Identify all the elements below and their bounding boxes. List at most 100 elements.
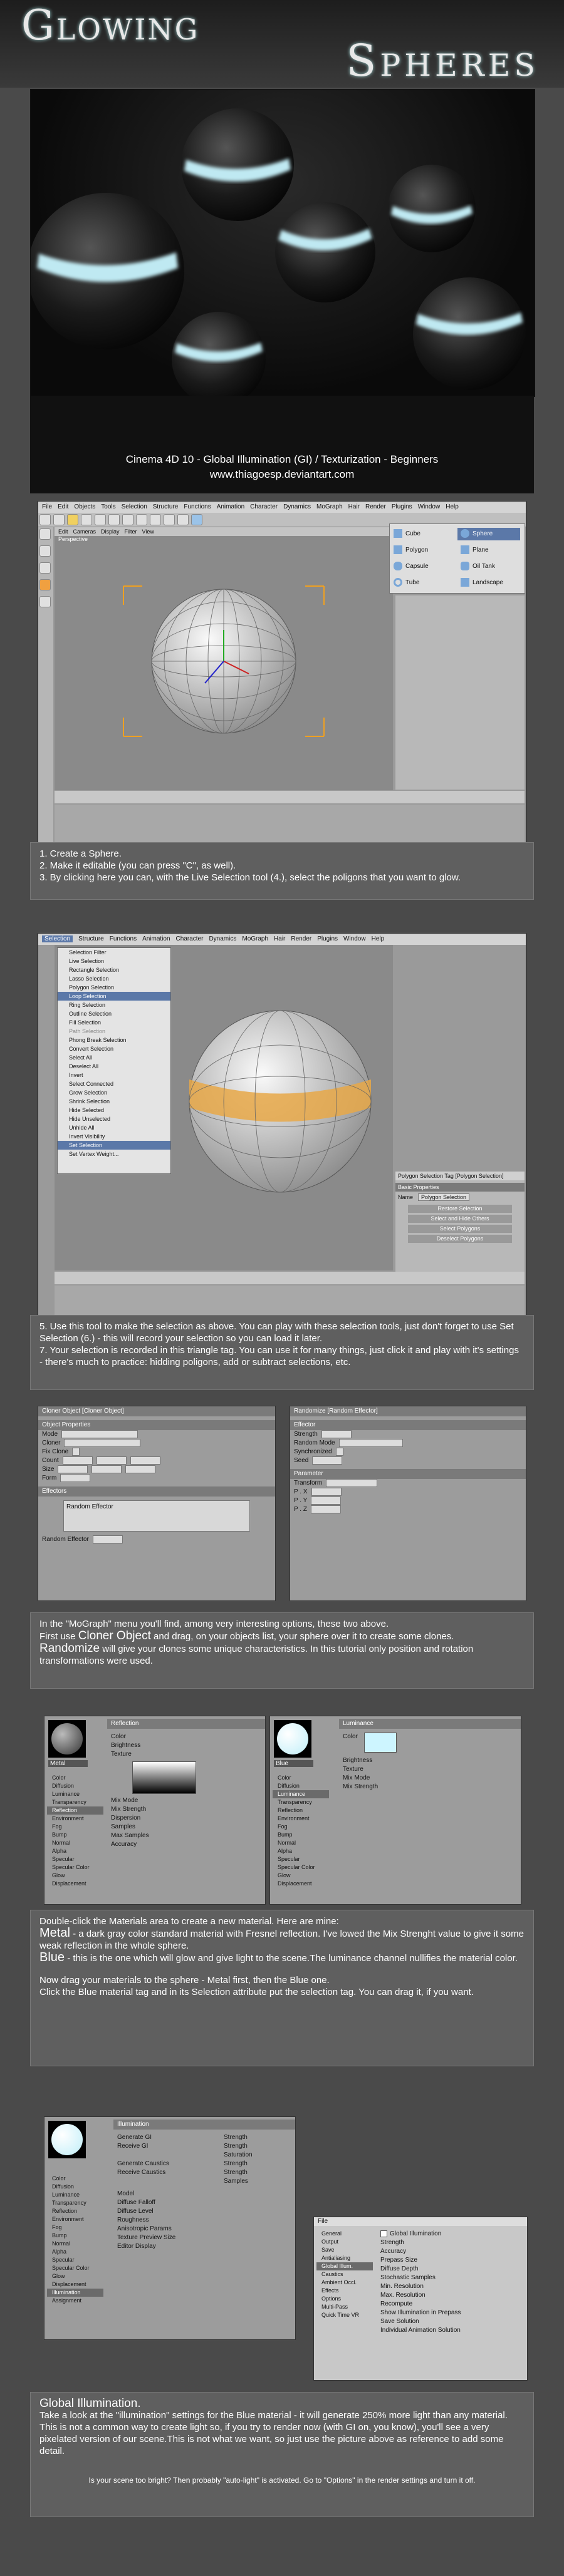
menu-item-fill-selection[interactable]: Fill Selection <box>58 1018 170 1027</box>
select-polygons-button[interactable]: Select Polygons <box>408 1225 512 1233</box>
menu-item-outline-selection[interactable]: Outline Selection <box>58 1009 170 1018</box>
illum-chan-alpha[interactable]: Alpha <box>47 2248 103 2256</box>
menu-item-invert[interactable]: Invert <box>58 1071 170 1079</box>
blue-chan-color[interactable]: Color <box>273 1774 329 1782</box>
polygons-mode-icon[interactable] <box>39 579 51 590</box>
menu-objects[interactable]: Objects <box>74 503 95 510</box>
x-axis-icon[interactable] <box>122 514 133 525</box>
illum-chan-displacement[interactable]: Displacement <box>47 2280 103 2289</box>
menu-structure-2[interactable]: Structure <box>78 935 104 942</box>
pz-field[interactable] <box>310 1505 341 1513</box>
menu-item-hide-selected[interactable]: Hide Selected <box>58 1106 170 1115</box>
render-nav-general[interactable]: General <box>316 2230 373 2238</box>
gi-min-resolution[interactable]: Min. Resolution <box>377 2282 525 2291</box>
primitive-landscape[interactable]: Landscape <box>457 577 520 589</box>
viewport-menu-edit[interactable]: Edit <box>58 528 68 535</box>
metal-field-mix-mode[interactable]: Mix Mode <box>107 1796 261 1805</box>
primitive-tube[interactable]: Tube <box>394 577 453 589</box>
illum-diffuse-falloff[interactable]: Diffuse Falloff <box>113 2198 214 2207</box>
count-field-x[interactable] <box>62 1456 93 1465</box>
menu-render-2[interactable]: Render <box>291 935 311 942</box>
render-nav-caustics[interactable]: Caustics <box>316 2270 373 2279</box>
metal-field-dispersion[interactable]: Dispersion <box>107 1814 261 1823</box>
blue-color-swatch[interactable] <box>363 1733 397 1753</box>
random-effector-item[interactable]: Random Effector <box>66 1503 113 1510</box>
viewport-menu-filter[interactable]: Filter <box>125 528 137 535</box>
metal-chan-environment[interactable]: Environment <box>47 1815 103 1823</box>
illum-anisotropic[interactable]: Anisotropic Params <box>113 2225 214 2233</box>
menu-item-path-selection[interactable]: Path Selection <box>58 1027 170 1036</box>
menu-character[interactable]: Character <box>250 503 278 510</box>
illum-right-saturation[interactable]: Saturation <box>220 2151 292 2160</box>
illum-right-strength-1[interactable]: Strength <box>220 2133 292 2142</box>
menu-window[interactable]: Window <box>418 503 441 510</box>
timeline-2[interactable] <box>55 1272 525 1284</box>
menu-item-select-connected[interactable]: Select Connected <box>58 1079 170 1088</box>
illum-right-strength-4[interactable]: Strength <box>220 2168 292 2177</box>
metal-field-texture[interactable]: Texture <box>107 1750 261 1759</box>
menu-plugins-2[interactable]: Plugins <box>317 935 338 942</box>
undo-icon[interactable] <box>39 514 51 525</box>
menu-help[interactable]: Help <box>446 503 459 510</box>
menu-item-selection-filter[interactable]: Selection Filter <box>58 948 170 957</box>
menu-item-set-selection[interactable]: Set Selection <box>58 1141 170 1150</box>
illum-generate-gi[interactable]: Generate GI <box>113 2133 214 2142</box>
menu-item-phong-break-selection[interactable]: Phong Break Selection <box>58 1036 170 1044</box>
blue-chan-reflection[interactable]: Reflection <box>273 1806 329 1815</box>
render-nav-options[interactable]: Options <box>316 2295 373 2303</box>
menu-plugins[interactable]: Plugins <box>392 503 412 510</box>
menu-functions[interactable]: Functions <box>184 503 211 510</box>
blue-chan-bump[interactable]: Bump <box>273 1831 329 1839</box>
gi-show-illum-prepass[interactable]: Show Illumination in Prepass <box>377 2309 525 2317</box>
menu-help-2[interactable]: Help <box>372 935 385 942</box>
illum-model[interactable]: Model <box>113 2190 214 2198</box>
blue-chan-specular[interactable]: Specular <box>273 1855 329 1863</box>
blue-chan-diffusion[interactable]: Diffusion <box>273 1782 329 1790</box>
blue-chan-fog[interactable]: Fog <box>273 1823 329 1831</box>
texture-mode-icon[interactable] <box>39 596 51 607</box>
blue-field-brightness[interactable]: Brightness <box>339 1756 517 1765</box>
render-nav-save[interactable]: Save <box>316 2246 373 2254</box>
menu-window-2[interactable]: Window <box>343 935 366 942</box>
render-nav-global-illum[interactable]: Global Illum. <box>316 2262 373 2270</box>
illum-chan-environment[interactable]: Environment <box>47 2215 103 2223</box>
menu-item-polygon-selection[interactable]: Polygon Selection <box>58 983 170 992</box>
py-field[interactable] <box>311 1497 342 1505</box>
menu-selection[interactable]: Selection <box>122 503 147 510</box>
blue-chan-glow[interactable]: Glow <box>273 1872 329 1880</box>
render-nav-output[interactable]: Output <box>316 2238 373 2246</box>
menu-render[interactable]: Render <box>365 503 386 510</box>
menu-item-lasso-selection[interactable]: Lasso Selection <box>58 974 170 983</box>
metal-chan-reflection[interactable]: Reflection <box>47 1806 103 1815</box>
menu-item-grow-selection[interactable]: Grow Selection <box>58 1088 170 1097</box>
illum-chan-glow[interactable]: Glow <box>47 2272 103 2280</box>
menu-hair-2[interactable]: Hair <box>274 935 285 942</box>
move-icon[interactable] <box>81 514 92 525</box>
menu-file[interactable]: File <box>42 503 52 510</box>
gi-checkbox-row[interactable]: Global Illumination <box>377 2230 525 2239</box>
count-field-z[interactable] <box>130 1456 160 1465</box>
menu-tools[interactable]: Tools <box>101 503 115 510</box>
metal-chan-transparency[interactable]: Transparency <box>47 1798 103 1806</box>
form-field[interactable] <box>60 1474 91 1482</box>
cloner-cloner-field[interactable] <box>64 1439 141 1447</box>
metal-field-color[interactable]: Color <box>107 1733 261 1741</box>
blue-field-texture[interactable]: Texture <box>339 1765 517 1774</box>
primitive-sphere[interactable]: Sphere <box>457 528 520 540</box>
gi-save-solution[interactable]: Save Solution <box>377 2317 525 2326</box>
cloner-mode-field[interactable] <box>61 1430 138 1438</box>
blue-chan-environment[interactable]: Environment <box>273 1815 329 1823</box>
menu-item-ring-selection[interactable]: Ring Selection <box>58 1001 170 1009</box>
render-nav-antialiasing[interactable]: Antialiasing <box>316 2254 373 2262</box>
illum-right-samples[interactable]: Samples <box>220 2177 292 2186</box>
metal-chan-diffusion[interactable]: Diffusion <box>47 1782 103 1790</box>
illum-diffuse-level[interactable]: Diffuse Level <box>113 2207 214 2216</box>
menu-item-convert-selection[interactable]: Convert Selection <box>58 1044 170 1053</box>
illum-chan-assignment[interactable]: Assignment <box>47 2297 103 2305</box>
render-nav-ambient-occl[interactable]: Ambient Occl. <box>316 2279 373 2287</box>
illum-chan-transparency[interactable]: Transparency <box>47 2199 103 2207</box>
menu-mograph-2[interactable]: MoGraph <box>242 935 268 942</box>
gi-diffuse-depth[interactable]: Diffuse Depth <box>377 2265 525 2274</box>
gi-max-resolution[interactable]: Max. Resolution <box>377 2291 525 2300</box>
render-file-menu[interactable]: File <box>314 2217 527 2226</box>
